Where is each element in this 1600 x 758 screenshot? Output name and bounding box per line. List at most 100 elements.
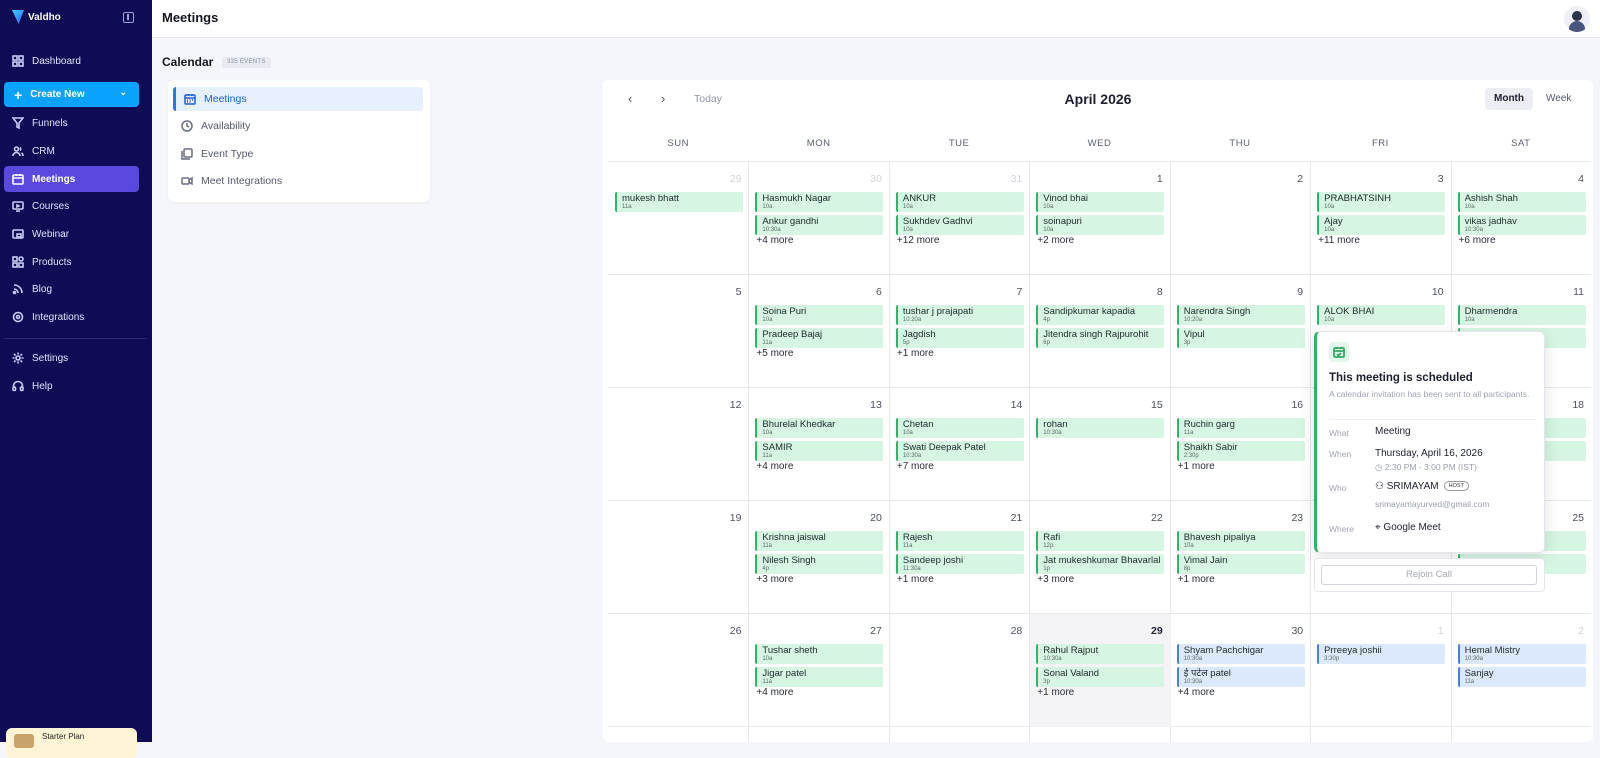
- day-cell[interactable]: 9 Narendra Singh 10:20a Vipul 3p: [1171, 275, 1311, 388]
- day-cell[interactable]: 21 Rajesh 11a Sandeep joshi 11:30a +1 more: [890, 501, 1030, 614]
- day-cell[interactable]: 15 rohan 10:30a: [1030, 388, 1170, 501]
- event-chip[interactable]: Chetan 10a: [895, 418, 1024, 438]
- more-events-link[interactable]: +4 more: [1178, 687, 1215, 698]
- more-events-link[interactable]: +1 more: [897, 348, 934, 359]
- subnav-item-meet-integrations[interactable]: Meet Integrations: [173, 169, 423, 193]
- sidebar-item-funnels[interactable]: Funnels: [4, 110, 139, 136]
- event-chip[interactable]: Rafi 12p: [1036, 531, 1165, 551]
- event-chip[interactable]: Narendra Singh 10:20a: [1176, 305, 1305, 325]
- sidebar-item-settings[interactable]: Settings: [4, 345, 139, 371]
- event-chip[interactable]: Shyam Pachchigar 10:30a: [1176, 644, 1305, 664]
- day-cell[interactable]: 26: [609, 614, 749, 727]
- more-events-link[interactable]: +3 more: [756, 574, 793, 585]
- event-chip[interactable]: PRABHATSINH 10a: [1317, 192, 1446, 212]
- day-cell[interactable]: 30 Shyam Pachchigar 10:30a ई पटेल patel 10:3…: [1171, 614, 1311, 727]
- day-cell[interactable]: 12: [609, 388, 749, 501]
- event-chip[interactable]: Krishna jaiswal 11a: [755, 531, 884, 551]
- event-chip[interactable]: Jigar patel 11a: [755, 667, 884, 687]
- event-chip[interactable]: Sukhdev Gadhvi 10a: [895, 215, 1024, 235]
- event-chip[interactable]: Sandipkumar kapadia 4p: [1036, 305, 1165, 325]
- day-cell[interactable]: 13 Bhurelal Khedkar 10a SAMIR 11a +4 more: [749, 388, 889, 501]
- event-chip[interactable]: Sonal Valand 3p: [1036, 667, 1165, 687]
- create-new-button[interactable]: + Create New ⌄: [4, 82, 139, 107]
- event-chip[interactable]: ANKUR 10a: [895, 192, 1024, 212]
- more-events-link[interactable]: +12 more: [897, 235, 940, 246]
- day-cell[interactable]: 7 tushar j prajapati 10:20a Jagdish 5p +1 mor…: [890, 275, 1030, 388]
- event-chip[interactable]: SAMIR 11a: [755, 441, 884, 461]
- event-chip[interactable]: Sanjay 11a: [1457, 667, 1586, 687]
- avatar[interactable]: [1564, 6, 1590, 32]
- day-cell[interactable]: 29 mukesh bhatt 11a: [609, 162, 749, 275]
- more-events-link[interactable]: +4 more: [756, 461, 793, 472]
- sidebar-item-dashboard[interactable]: Dashboard: [4, 48, 139, 74]
- event-chip[interactable]: Dharmendra 10a: [1457, 305, 1586, 325]
- subnav-item-meetings[interactable]: Meetings: [173, 87, 423, 111]
- sidebar-item-courses[interactable]: Courses: [4, 193, 139, 219]
- more-events-link[interactable]: +2 more: [1037, 235, 1074, 246]
- day-cell[interactable]: 16 Ruchin garg 11a Shaikh Sabir 2:30p +1 more: [1171, 388, 1311, 501]
- day-cell[interactable]: 2: [1171, 162, 1311, 275]
- sidebar-item-meetings[interactable]: Meetings: [4, 166, 139, 192]
- event-chip[interactable]: Rajesh 11a: [895, 531, 1024, 551]
- day-cell[interactable]: 1 Vinod bhai 10a soinapuri 10a +2 more: [1030, 162, 1170, 275]
- event-chip[interactable]: Bhurelal Khedkar 10a: [755, 418, 884, 438]
- day-cell[interactable]: 19: [609, 501, 749, 614]
- event-chip[interactable]: soinapuri 10a: [1036, 215, 1165, 235]
- event-chip[interactable]: Bhavesh pipaliya 10a: [1176, 531, 1305, 551]
- event-chip[interactable]: Ankur gandhi 10:30a: [755, 215, 884, 235]
- collapse-sidebar-icon[interactable]: [123, 12, 134, 23]
- more-events-link[interactable]: +3 more: [1037, 574, 1074, 585]
- subnav-item-event-type[interactable]: Event Type: [173, 142, 423, 166]
- event-chip[interactable]: tushar j prajapati 10:20a: [895, 305, 1024, 325]
- rejoin-call-button[interactable]: Rejoin Call: [1321, 565, 1537, 585]
- event-chip[interactable]: Nilesh Singh 4p: [755, 554, 884, 574]
- day-cell[interactable]: 27 Tushar sheth 10a Jigar patel 11a +4 more: [749, 614, 889, 727]
- sidebar-item-help[interactable]: Help: [4, 373, 139, 399]
- day-cell[interactable]: 20 Krishna jaiswal 11a Nilesh Singh 4p +3 mor…: [749, 501, 889, 614]
- event-chip[interactable]: ई पटेल patel 10:30a: [1176, 667, 1305, 687]
- day-cell[interactable]: 31 ANKUR 10a Sukhdev Gadhvi 10a +12 more: [890, 162, 1030, 275]
- day-cell[interactable]: 1 Prreeya joshii 3:30p: [1311, 614, 1451, 727]
- event-chip[interactable]: Hemal Mistry 10:30a: [1457, 644, 1586, 664]
- event-chip[interactable]: Jat mukeshkumar Bhavarlal 1p: [1036, 554, 1165, 574]
- event-chip[interactable]: Ruchin garg 11a: [1176, 418, 1305, 438]
- more-events-link[interactable]: +6 more: [1459, 235, 1496, 246]
- event-chip[interactable]: ALOK BHAI 10a: [1317, 305, 1446, 325]
- week-view-tab[interactable]: Week: [1537, 88, 1580, 110]
- sidebar-item-products[interactable]: Products: [4, 249, 139, 275]
- event-chip[interactable]: Prreeya joshii 3:30p: [1317, 644, 1446, 664]
- day-cell[interactable]: 5: [609, 275, 749, 388]
- event-chip[interactable]: Vipul 3p: [1176, 328, 1305, 348]
- event-chip[interactable]: Jagdish 5p: [895, 328, 1024, 348]
- more-events-link[interactable]: +1 more: [897, 574, 934, 585]
- sidebar-item-webinar[interactable]: Webinar: [4, 221, 139, 247]
- event-chip[interactable]: Hasmukh Nagar 10a: [755, 192, 884, 212]
- more-events-link[interactable]: +1 more: [1037, 687, 1074, 698]
- day-cell[interactable]: 28: [890, 614, 1030, 727]
- more-events-link[interactable]: +7 more: [897, 461, 934, 472]
- event-chip[interactable]: Sandeep joshi 11:30a: [895, 554, 1024, 574]
- more-events-link[interactable]: +4 more: [756, 235, 793, 246]
- day-cell[interactable]: 23 Bhavesh pipaliya 10a Vimal Jain 8p +1 more: [1171, 501, 1311, 614]
- day-cell[interactable]: 3 PRABHATSINH 10a Ajay 10a +11 more: [1311, 162, 1451, 275]
- day-cell[interactable]: 14 Chetan 10a Swati Deepak Patel 10:30a +7 mo…: [890, 388, 1030, 501]
- day-cell[interactable]: 4 Ashish Shah 10a vikas jadhav 10:30a +6 more: [1452, 162, 1592, 275]
- more-events-link[interactable]: +1 more: [1178, 574, 1215, 585]
- sidebar-item-crm[interactable]: CRM: [4, 138, 139, 164]
- event-chip[interactable]: Tushar sheth 10a: [755, 644, 884, 664]
- event-chip[interactable]: vikas jadhav 10:30a: [1457, 215, 1586, 235]
- event-chip[interactable]: Jitendra singh Rajpurohit 6p: [1036, 328, 1165, 348]
- event-chip[interactable]: Swati Deepak Patel 10:30a: [895, 441, 1024, 461]
- sidebar-item-blog[interactable]: Blog: [4, 276, 139, 302]
- event-chip[interactable]: Shaikh Sabir 2:30p: [1176, 441, 1305, 461]
- plan-card[interactable]: Starter Plan: [6, 728, 137, 758]
- event-chip[interactable]: Vimal Jain 8p: [1176, 554, 1305, 574]
- day-cell[interactable]: 22 Rafi 12p Jat mukeshkumar Bhavarlal 1p +3 m…: [1030, 501, 1170, 614]
- subnav-item-availability[interactable]: Availability: [173, 114, 423, 138]
- event-chip[interactable]: rohan 10:30a: [1036, 418, 1165, 438]
- more-events-link[interactable]: +5 more: [756, 348, 793, 359]
- event-chip[interactable]: Soina Puri 10a: [755, 305, 884, 325]
- day-cell[interactable]: 30 Hasmukh Nagar 10a Ankur gandhi 10:30a +4 m…: [749, 162, 889, 275]
- day-cell[interactable]: 6 Soina Puri 10a Pradeep Bajaj 11a +5 more: [749, 275, 889, 388]
- more-events-link[interactable]: +4 more: [756, 687, 793, 698]
